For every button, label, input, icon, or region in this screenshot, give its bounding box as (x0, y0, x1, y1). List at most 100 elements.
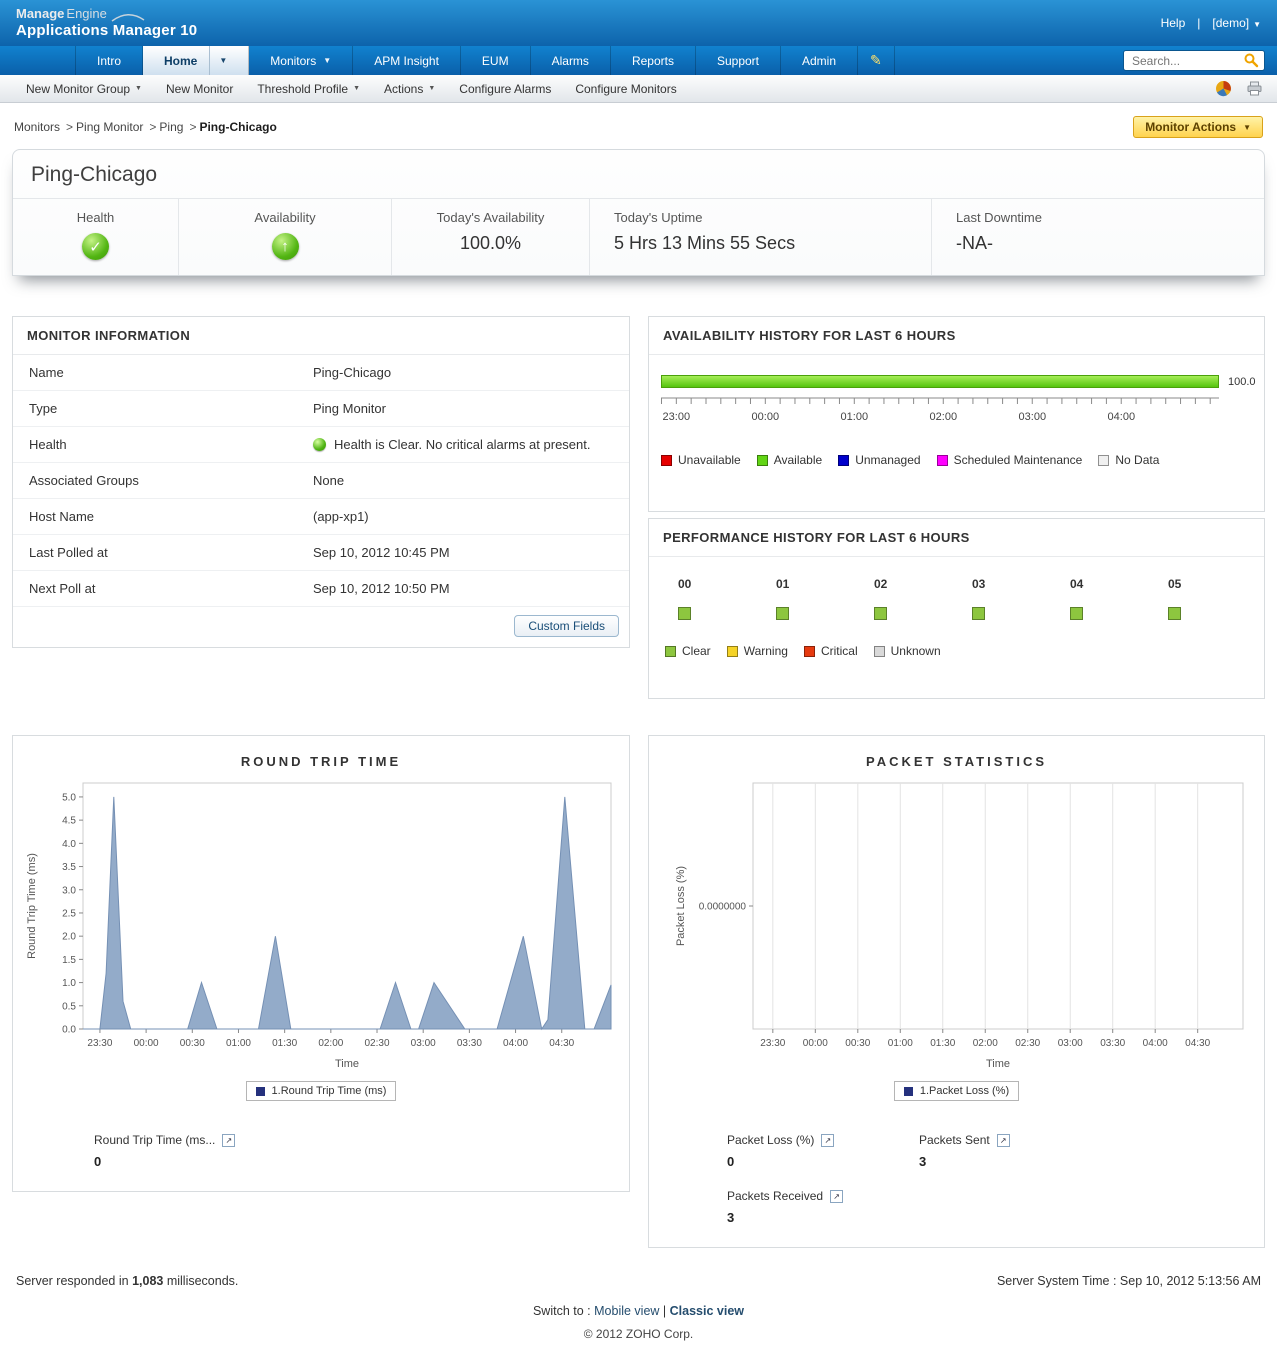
performance-legend: ClearWarningCriticalUnknown (665, 644, 1264, 658)
breadcrumb-row: Monitors>Ping Monitor>Ping>Ping-Chicago … (0, 103, 1277, 147)
chevron-down-icon[interactable]: ▼ (209, 46, 227, 75)
svg-text:1.5: 1.5 (62, 955, 76, 966)
availability-bar[interactable] (661, 375, 1219, 388)
help-link[interactable]: Help (1161, 16, 1186, 30)
legend-critical: Critical (804, 644, 858, 658)
chevron-down-icon[interactable]: ▼ (323, 56, 331, 65)
popout-chart-icon[interactable]: ↗ (830, 1190, 843, 1203)
top-divider: | (1197, 16, 1200, 30)
svg-text:23:30: 23:30 (87, 1038, 112, 1049)
server-response-time: Server responded in 1,083 milliseconds. (16, 1274, 238, 1288)
tab-admin[interactable]: Admin (781, 46, 858, 75)
svg-text:00:00: 00:00 (803, 1038, 828, 1049)
svg-text:02:30: 02:30 (1015, 1038, 1040, 1049)
chevron-down-icon: ▼ (1253, 20, 1261, 29)
perf-status-square[interactable] (776, 607, 789, 620)
packet-chart-legend: 1.Packet Loss (%) (894, 1081, 1019, 1101)
subnav-actions[interactable]: Actions▼ (372, 82, 447, 96)
perf-status-square[interactable] (972, 607, 985, 620)
tab-home[interactable]: Home▼ (143, 46, 249, 75)
legend-swatch-icon (874, 646, 885, 657)
svg-text:4.5: 4.5 (62, 816, 76, 827)
pie-chart-icon[interactable] (1215, 80, 1232, 97)
packets-sent-metric: Packets Sent ↗ 3 (919, 1133, 1256, 1169)
svg-text:2.0: 2.0 (62, 932, 76, 943)
performance-history-title: PERFORMANCE HISTORY FOR LAST 6 HOURS (649, 519, 1264, 557)
classic-view-link[interactable]: Classic view (670, 1304, 744, 1318)
svg-text:04:00: 04:00 (503, 1038, 528, 1049)
main-nav: IntroHome▼Monitors▼APM InsightEUMAlarmsR… (0, 46, 1277, 75)
subnav-new-monitor[interactable]: New Monitor (154, 82, 245, 96)
perf-status-square[interactable] (1070, 607, 1083, 620)
svg-text:04:30: 04:30 (549, 1038, 574, 1049)
svg-text:02:30: 02:30 (365, 1038, 390, 1049)
nav-tabs: IntroHome▼Monitors▼APM InsightEUMAlarmsR… (75, 46, 858, 75)
popout-chart-icon[interactable]: ↗ (997, 1134, 1010, 1147)
user-menu[interactable]: [demo]▼ (1212, 16, 1261, 30)
tab-apm-insight[interactable]: APM Insight (353, 46, 461, 75)
perf-hour-01: 01 (763, 577, 861, 620)
legend-swatch-icon (838, 455, 849, 466)
perf-hour-03: 03 (959, 577, 1057, 620)
packets-received-metric: Packets Received ↗ 3 (727, 1189, 919, 1225)
svg-text:03:30: 03:30 (457, 1038, 482, 1049)
tab-monitors[interactable]: Monitors▼ (249, 46, 353, 75)
legend-unavailable: Unavailable (661, 453, 741, 467)
legend-available: Available (757, 453, 822, 467)
search-input[interactable] (1132, 54, 1244, 68)
svg-text:01:30: 01:30 (930, 1038, 955, 1049)
tab-support[interactable]: Support (696, 46, 781, 75)
rtt-chart: 0.00.51.01.52.02.53.03.54.04.55.023:3000… (21, 773, 621, 1073)
svg-text:3.0: 3.0 (62, 885, 76, 896)
manageengine-logo[interactable]: ManageEngine Applications Manager 10 (16, 7, 197, 39)
mobile-view-link[interactable]: Mobile view (594, 1304, 659, 1318)
announcement-icon[interactable]: ✎ (858, 46, 895, 75)
subnav-configure-alarms[interactable]: Configure Alarms (447, 82, 563, 96)
svg-text:00:30: 00:30 (845, 1038, 870, 1049)
tab-eum[interactable]: EUM (461, 46, 531, 75)
monitor-actions-button[interactable]: Monitor Actions▼ (1133, 116, 1263, 138)
breadcrumb-link-ping[interactable]: Ping (159, 120, 183, 134)
round-trip-time-panel: ROUND TRIP TIME 0.00.51.01.52.02.53.03.5… (12, 735, 630, 1192)
rtt-chart-legend: 1.Round Trip Time (ms) (246, 1081, 397, 1101)
svg-text:03:00: 03:00 (1019, 411, 1047, 423)
sub-nav: New Monitor Group▼New MonitorThreshold P… (0, 75, 1277, 103)
breadcrumb-link-monitors[interactable]: Monitors (14, 120, 60, 134)
legend-swatch-icon (727, 646, 738, 657)
brand-manage: Manage (16, 7, 64, 22)
monitor-summary-panel: Ping-Chicago Health✓Availability↑Today's… (12, 149, 1265, 276)
legend-swatch-icon (804, 646, 815, 657)
perf-status-square[interactable] (874, 607, 887, 620)
tab-alarms[interactable]: Alarms (531, 46, 611, 75)
performance-hours: 000102030405 (665, 577, 1264, 620)
tab-reports[interactable]: Reports (611, 46, 696, 75)
monitor-information-rows: NamePing-ChicagoTypePing MonitorHealthHe… (13, 355, 629, 607)
info-row-last-polled-at: Last Polled atSep 10, 2012 10:45 PM (13, 535, 629, 571)
packet-loss-metric: Packet Loss (%) ↗ 0 (727, 1133, 919, 1169)
svg-text:02:00: 02:00 (973, 1038, 998, 1049)
packet-statistics-panel: PACKET STATISTICS 0.000000023:3000:0000:… (648, 735, 1265, 1248)
popout-chart-icon[interactable]: ↗ (821, 1134, 834, 1147)
health-ok-icon: ✓ (82, 233, 109, 260)
search-icon[interactable] (1244, 53, 1259, 68)
perf-status-square[interactable] (678, 607, 691, 620)
tab-intro[interactable]: Intro (75, 46, 143, 75)
svg-text:Round Trip Time (ms): Round Trip Time (ms) (26, 853, 38, 959)
packet-chart-title: PACKET STATISTICS (657, 754, 1256, 769)
legend-swatch-icon (665, 646, 676, 657)
popout-chart-icon[interactable]: ↗ (222, 1134, 235, 1147)
rtt-metric-label: Round Trip Time (ms... (94, 1133, 215, 1147)
search-box[interactable] (1123, 50, 1265, 71)
perf-hour-00: 00 (665, 577, 763, 620)
subnav-configure-monitors[interactable]: Configure Monitors (563, 82, 688, 96)
top-header: ManageEngine Applications Manager 10 Hel… (0, 0, 1277, 46)
subnav-threshold-profile[interactable]: Threshold Profile▼ (245, 82, 372, 96)
print-icon[interactable] (1246, 81, 1263, 96)
svg-text:01:00: 01:00 (841, 411, 869, 423)
custom-fields-button[interactable]: Custom Fields (514, 615, 619, 637)
perf-status-square[interactable] (1168, 607, 1181, 620)
breadcrumb-link-ping-monitor[interactable]: Ping Monitor (76, 120, 143, 134)
legend-clear: Clear (665, 644, 711, 658)
subnav-new-monitor-group[interactable]: New Monitor Group▼ (14, 82, 154, 96)
page-title: Ping-Chicago (13, 150, 1264, 198)
